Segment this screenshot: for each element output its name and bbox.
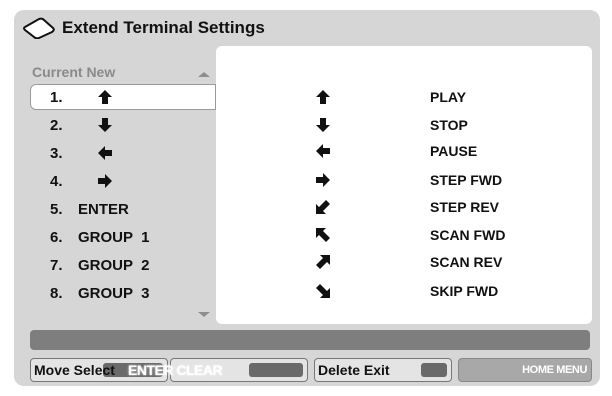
row-number: 6.	[50, 228, 63, 246]
row-label: GROUP 3	[78, 284, 150, 302]
function-label: STEP FWD	[430, 172, 503, 188]
list-item[interactable]: 8. GROUP 3	[30, 280, 216, 306]
row-number: 5.	[50, 200, 63, 218]
function-row[interactable]: STOP	[216, 112, 592, 138]
page-title: Extend Terminal Settings	[62, 18, 265, 37]
list-item[interactable]: 3.	[30, 140, 216, 166]
row-label: GROUP 1	[78, 228, 150, 246]
function-row[interactable]: SKIP FWD	[216, 278, 592, 304]
status-bar	[30, 330, 590, 350]
function-row[interactable]: PLAY	[216, 84, 592, 110]
function-label: SCAN REV	[430, 254, 503, 270]
arrow-up-left-icon	[316, 228, 330, 242]
list-item[interactable]: 5. ENTER	[30, 196, 216, 222]
list-item[interactable]: 2.	[30, 112, 216, 138]
home-menu-label: HOME MENU	[522, 364, 587, 376]
function-panel: PLAY STOP PAUSE STEP FWD STEP REV SCAN F…	[216, 46, 592, 324]
function-row[interactable]: STEP FWD	[216, 167, 592, 193]
page-header: Extend Terminal Settings	[22, 14, 265, 42]
function-row[interactable]: SCAN REV	[216, 249, 592, 275]
function-row[interactable]: STEP REV	[216, 194, 592, 220]
function-row[interactable]: PAUSE	[216, 138, 592, 164]
function-label: SKIP FWD	[430, 283, 499, 299]
scroll-up-icon[interactable]	[198, 72, 210, 77]
row-number: 7.	[50, 256, 63, 274]
arrow-left-icon	[316, 144, 330, 158]
list-item[interactable]: 1.	[30, 84, 216, 110]
function-label: STOP	[430, 117, 468, 133]
current-new-column: Current New 1. 2. 3. 4. 5. ENTER 6. GROU…	[30, 64, 216, 322]
move-select-label: Move Select	[34, 362, 115, 378]
row-number: 1.	[50, 88, 63, 106]
delete-exit-button[interactable]: Delete Exit	[314, 358, 452, 382]
function-label: PLAY	[430, 89, 467, 105]
list-item[interactable]: 4.	[30, 168, 216, 194]
arrow-down-left-icon	[316, 200, 330, 214]
arrow-up-icon	[98, 90, 112, 104]
column-header: Current New	[32, 64, 116, 80]
function-label: STEP REV	[430, 199, 499, 215]
arrow-up-right-icon	[316, 255, 330, 269]
row-label: GROUP 2	[78, 256, 150, 274]
remote-control-icon	[22, 17, 56, 39]
enter-clear-label: ENTER CLEAR	[128, 362, 223, 378]
arrow-right-icon	[316, 173, 330, 187]
delete-exit-label: Delete Exit	[318, 362, 390, 378]
function-label: SCAN FWD	[430, 227, 506, 243]
list-item[interactable]: 6. GROUP 1	[30, 224, 216, 250]
arrow-up-icon	[316, 90, 330, 104]
function-label: PAUSE	[430, 143, 478, 159]
arrow-down-right-icon	[316, 284, 330, 298]
row-number: 4.	[50, 172, 63, 190]
list-item[interactable]: 7. GROUP 2	[30, 252, 216, 278]
arrow-down-icon	[98, 118, 112, 132]
row-number: 3.	[50, 144, 63, 162]
row-number: 8.	[50, 284, 63, 302]
arrow-left-icon	[98, 146, 112, 160]
function-row[interactable]: SCAN FWD	[216, 222, 592, 248]
row-label: ENTER	[78, 200, 129, 218]
row-number: 2.	[50, 116, 63, 134]
home-menu-button[interactable]: HOME MENU	[458, 358, 592, 382]
button-guide: Move Select ENTER CLEAR Delete Exit HOME…	[30, 358, 592, 382]
scroll-down-icon[interactable]	[198, 312, 210, 317]
arrow-down-icon	[316, 118, 330, 132]
arrow-right-icon	[98, 174, 112, 188]
